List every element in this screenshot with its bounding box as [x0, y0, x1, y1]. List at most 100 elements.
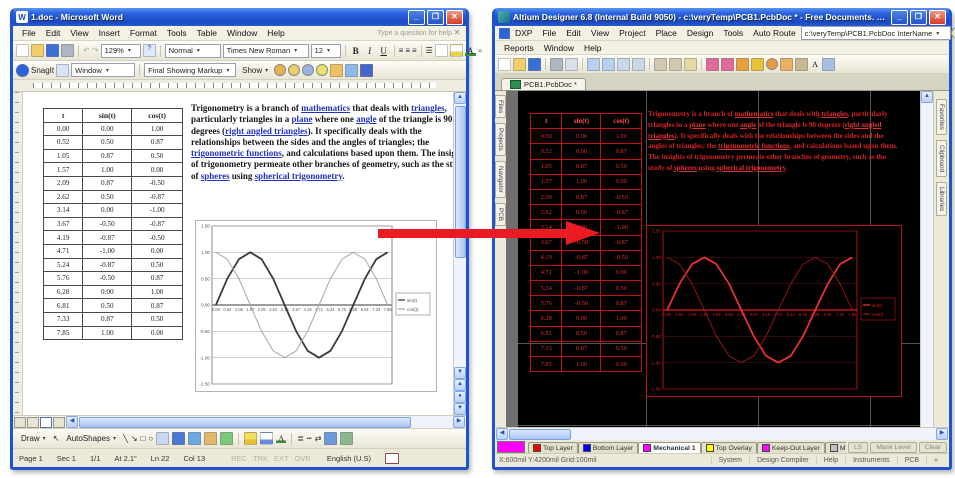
right-panel-tab-favorites[interactable]: Favorites: [936, 99, 947, 135]
back-nav-icon[interactable]: [951, 27, 955, 39]
alt-hscroll-right-icon[interactable]: ▶: [936, 428, 948, 440]
right-panel-tab-clipboard[interactable]: Clipboard: [936, 140, 947, 177]
maximize-button[interactable]: ❐: [427, 10, 444, 25]
word-page[interactable]: tsin(t)cos(t)0.000.001.000.520.500.871.0…: [23, 92, 453, 415]
hyperlink[interactable]: right angled triangles: [225, 126, 308, 136]
word-status-dim-ext[interactable]: EXT: [274, 454, 289, 463]
altium-menu-design[interactable]: Design: [682, 27, 718, 39]
line-style-icon[interactable]: ≣: [297, 433, 304, 444]
diagram-icon[interactable]: [188, 432, 201, 445]
hyperlink[interactable]: trigonometric functions: [718, 142, 790, 150]
altium-menu-tools[interactable]: Tools: [718, 27, 748, 39]
vertical-ruler[interactable]: [13, 92, 23, 415]
panel-button-pcb[interactable]: PCB: [897, 457, 926, 464]
text-box-icon[interactable]: [156, 432, 169, 445]
place-string-icon[interactable]: A: [810, 60, 820, 69]
panel-button--[interactable]: »: [926, 457, 945, 464]
hyperlink[interactable]: spheres: [201, 171, 230, 181]
place-via-icon[interactable]: [736, 58, 749, 71]
layer-tab-top-overlay[interactable]: Top Overlay: [701, 442, 757, 453]
layer-tab-multi-layer[interactable]: Multi-Layer: [825, 442, 846, 453]
word-menu-window[interactable]: Window: [222, 27, 262, 39]
altium-menu-project[interactable]: Project: [614, 27, 650, 39]
undo-icon[interactable]: ↶ ↷: [83, 45, 99, 56]
panel-button-help[interactable]: Help: [816, 457, 845, 464]
menubar-close-icon[interactable]: ✕: [452, 27, 462, 40]
font-combo[interactable]: Times New Roman: [223, 44, 309, 58]
place-fill-icon[interactable]: [766, 58, 778, 70]
fill-color-icon[interactable]: [244, 432, 257, 445]
hscroll-thumb[interactable]: [79, 417, 411, 428]
hyperlink[interactable]: spheres: [674, 164, 697, 172]
paste-icon[interactable]: [684, 58, 697, 71]
layer-button-clear[interactable]: Clear: [919, 442, 947, 453]
style-combo[interactable]: Normal: [165, 44, 221, 58]
layer-tab-keep-out-layer[interactable]: Keep-Out Layer: [757, 442, 825, 453]
close-button[interactable]: ✕: [446, 10, 463, 25]
horizontal-ruler[interactable]: [13, 80, 466, 92]
copy-icon[interactable]: [669, 58, 682, 71]
word-status-at-2-1-[interactable]: At 2.1": [114, 454, 136, 463]
word-status-dim-rec[interactable]: REC: [231, 454, 247, 463]
wordart-icon[interactable]: [172, 432, 185, 445]
next-page-icon[interactable]: ▼: [454, 403, 466, 415]
hyperlink[interactable]: plane: [292, 114, 313, 124]
word-menu-help[interactable]: Help: [262, 27, 289, 39]
minimize-button[interactable]: _: [408, 10, 425, 25]
layer-tab-mechanical-1[interactable]: Mechanical 1: [638, 442, 700, 453]
hscroll-right-icon[interactable]: ▶: [453, 416, 465, 428]
zoom-out-icon[interactable]: [632, 58, 645, 71]
draw-font-color-icon[interactable]: A: [276, 434, 286, 443]
italic-button[interactable]: I: [364, 46, 376, 56]
browse-object-icon[interactable]: ●: [454, 391, 466, 403]
alt-hscroll-left-icon[interactable]: ◀: [496, 428, 508, 440]
scroll-up-icon[interactable]: ▲: [454, 92, 466, 104]
threed-style-icon[interactable]: [340, 432, 353, 445]
hyperlink[interactable]: triangles: [411, 103, 445, 113]
hyperlink[interactable]: mathematics: [301, 103, 350, 113]
arrow-icon[interactable]: ↘: [131, 433, 138, 444]
next-change-icon[interactable]: [302, 64, 314, 76]
oval-icon[interactable]: ○: [148, 433, 153, 444]
word-status-sec-1[interactable]: Sec 1: [57, 454, 76, 463]
toolbar-overflow-icon[interactable]: »: [478, 45, 482, 56]
clip-art-icon[interactable]: [204, 432, 217, 445]
place-pad-icon[interactable]: [721, 58, 734, 71]
altium-menu2-window[interactable]: Window: [539, 42, 579, 54]
reject-change-icon[interactable]: [330, 64, 343, 77]
place-arc-icon[interactable]: [751, 58, 764, 71]
panel-button-instruments[interactable]: Instruments: [845, 457, 897, 464]
save-icon[interactable]: [46, 44, 59, 57]
new-document-icon[interactable]: [16, 44, 29, 57]
align-center-icon[interactable]: ≡: [405, 45, 410, 56]
line-color-icon[interactable]: [260, 432, 273, 445]
altium-menu-place[interactable]: Place: [651, 27, 682, 39]
pcb-chart-object[interactable]: 1.501.000.500.00-0.50-1.00-1.500.000.521…: [646, 225, 902, 397]
bold-button[interactable]: B: [350, 46, 362, 56]
left-panel-tab-navigator[interactable]: Navigator: [495, 161, 506, 198]
arrow-style-icon[interactable]: ⇄: [315, 433, 322, 444]
hyperlink[interactable]: triangles: [821, 110, 847, 118]
word-status-ln-22[interactable]: Ln 22: [151, 454, 170, 463]
place-dimension-icon[interactable]: [822, 58, 835, 71]
menu-dxp[interactable]: DXP: [510, 27, 537, 39]
word-menu-table[interactable]: Table: [192, 27, 222, 39]
zoom-in-icon[interactable]: [617, 58, 630, 71]
alt-minimize-button[interactable]: _: [891, 10, 908, 25]
cut-icon[interactable]: [654, 58, 667, 71]
altium-menu-edit[interactable]: Edit: [561, 27, 586, 39]
alt-preview-icon[interactable]: [565, 58, 578, 71]
shadow-style-icon[interactable]: [324, 432, 337, 445]
draw-menu-button[interactable]: Draw: [17, 432, 50, 445]
insert-picture-icon[interactable]: [220, 432, 233, 445]
word-menu-edit[interactable]: Edit: [41, 27, 66, 39]
hyperlink[interactable]: plane: [689, 121, 706, 129]
track-changes-icon[interactable]: [345, 64, 358, 77]
prev-page-icon[interactable]: ▲: [454, 379, 466, 391]
pcb-doc-tab[interactable]: PCB1.PcbDoc *: [501, 78, 586, 90]
snagit-label[interactable]: SnagIt: [31, 66, 54, 75]
prev-change-icon[interactable]: [288, 64, 300, 76]
hyperlink[interactable]: trigonometric functions: [191, 148, 282, 158]
left-panel-tab-files[interactable]: Files: [495, 95, 506, 118]
markup-state-combo[interactable]: Final Showing Markup: [144, 63, 236, 77]
